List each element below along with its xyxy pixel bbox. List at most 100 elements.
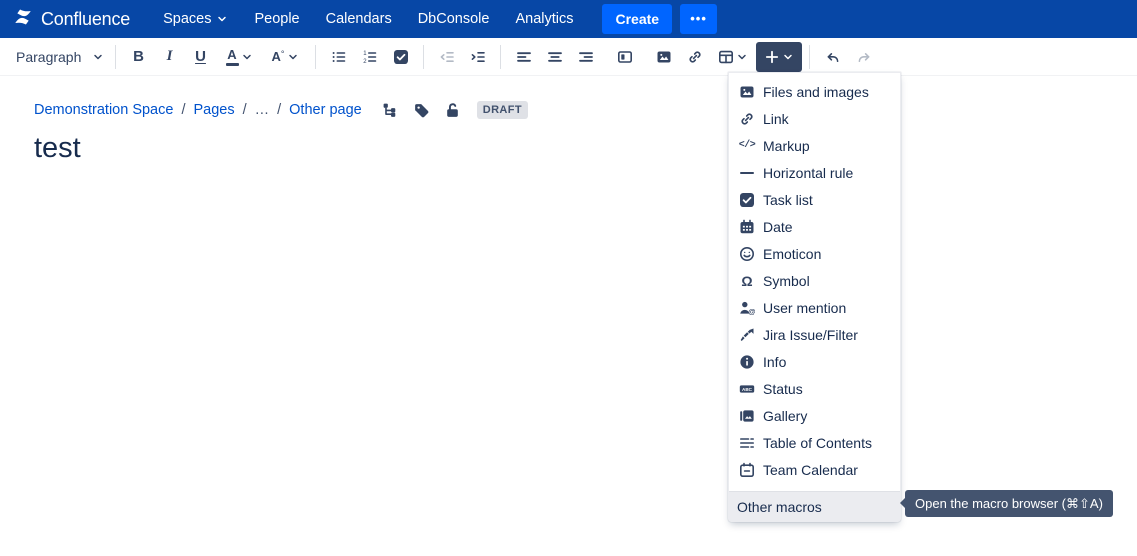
confluence-logo[interactable]: Confluence [12,6,130,33]
table-icon [718,49,734,65]
page-title[interactable]: test [34,132,81,165]
undo-button[interactable] [817,41,848,73]
menu-item-link[interactable]: Link [729,105,900,132]
hr-icon [739,165,755,181]
indent-button[interactable] [462,41,493,73]
breadcrumb-separator: / [181,102,185,118]
symbol-icon: Ω [739,273,755,289]
primary-nav: SpacesPeople Calendars DbConsole Analytics [150,0,586,38]
text-color-icon: A [226,48,239,66]
menu-item-jira-issue-filter[interactable]: Jira Issue/Filter [729,321,900,348]
create-button[interactable]: Create [602,4,672,34]
nav-item-analytics[interactable]: Analytics [502,0,586,38]
menu-item-emoticon[interactable]: Emoticon [729,240,900,267]
formatting-button[interactable]: A° [262,41,308,73]
menu-item-label: Jira Issue/Filter [763,327,858,343]
menu-item-other-macros[interactable]: Other macros [729,491,900,521]
outdent-icon [439,49,455,65]
menu-item-markup[interactable]: </> Markup [729,132,900,159]
unlock-icon[interactable] [444,102,461,119]
confluence-editor-page: Confluence SpacesPeople Calendars DbConsol… [0,0,1137,556]
image-icon [656,49,672,65]
align-right-icon [578,49,594,65]
mention-icon: @ [739,300,755,316]
breadcrumb-item-other-page[interactable]: Other page [289,102,362,118]
menu-item-label: Markup [763,138,810,154]
bold-button[interactable]: B [123,41,154,73]
insert-image-button[interactable] [648,41,679,73]
align-left-button[interactable] [508,41,539,73]
breadcrumb-tools [382,102,461,119]
toc-icon [739,435,755,451]
page-layout-button[interactable] [609,41,640,73]
toolbar-separator [315,45,316,69]
menu-item-user-mention[interactable]: @User mention [729,294,900,321]
align-right-button[interactable] [570,41,601,73]
svg-text:2: 2 [363,59,367,65]
bullet-list-button[interactable] [323,41,354,73]
outdent-button [431,41,462,73]
markup-icon: </> [739,138,755,154]
chevron-down-icon [241,51,253,63]
menu-item-files-and-images[interactable]: Files and images [729,78,900,105]
numbered-list-button[interactable]: 12 [354,41,385,73]
date-icon [739,219,755,235]
underline-icon: U [195,49,206,64]
calendar-icon [739,462,755,478]
indent-icon [470,49,486,65]
paragraph-style-select[interactable]: Paragraph [12,42,108,72]
text-color-button[interactable]: A [216,41,262,73]
menu-item-gallery[interactable]: Gallery [729,402,900,429]
chevron-down-icon [92,51,104,63]
menu-item-info[interactable]: Info [729,348,900,375]
menu-item-label: Status [763,381,803,397]
nav-item-label: Calendars [326,11,392,27]
nav-item-people[interactable]: People [241,0,312,38]
menu-item-status[interactable]: ABC Status [729,375,900,402]
italic-button[interactable]: I [154,41,185,73]
menu-item-task-list[interactable]: Task list [729,186,900,213]
nav-item-dbconsole[interactable]: DbConsole [405,0,503,38]
chevron-down-icon [736,51,748,63]
task-icon [739,192,755,208]
italic-icon: I [167,49,173,64]
menu-item-table-of-contents[interactable]: Table of Contents [729,429,900,456]
menu-item-label: Link [763,111,789,127]
task-list-button[interactable] [385,41,416,73]
menu-item-label: Gallery [763,408,807,424]
gallery-icon [739,408,755,424]
align-center-button[interactable] [539,41,570,73]
menu-item-label: Symbol [763,273,810,289]
confluence-logo-icon [12,6,34,33]
draft-badge: DRAFT [477,101,528,119]
link-icon [687,49,703,65]
menu-item-date[interactable]: Date [729,213,900,240]
labels-icon[interactable] [413,102,430,119]
menu-item-label: Table of Contents [763,435,872,451]
menu-item-label: Info [763,354,786,370]
nav-more-button[interactable]: ••• [680,4,717,34]
underline-button[interactable]: U [185,41,216,73]
chevron-down-icon [287,51,299,63]
menu-item-symbol[interactable]: Ω Symbol [729,267,900,294]
menu-item-team-calendar[interactable]: Team Calendar [729,456,900,483]
nav-item-calendars[interactable]: Calendars [313,0,405,38]
breadcrumb: Demonstration Space/Pages/…/Other page [34,99,528,121]
insert-more-button[interactable] [756,42,802,72]
breadcrumb-separator: / [243,102,247,118]
insert-link-button[interactable] [679,41,710,73]
svg-text:@: @ [748,307,755,316]
svg-text:1: 1 [363,51,367,57]
chevron-down-icon [782,51,794,63]
breadcrumb-item-demonstration-space[interactable]: Demonstration Space [34,102,173,118]
status-icon: ABC [739,381,755,397]
menu-item-horizontal-rule[interactable]: Horizontal rule [729,159,900,186]
menu-item-label: Team Calendar [763,462,858,478]
insert-table-button[interactable] [710,41,756,73]
nav-item-spaces[interactable]: Spaces [150,0,241,38]
breadcrumb-item-pages[interactable]: Pages [193,102,234,118]
layout-icon [617,49,633,65]
page-tree-icon[interactable] [382,102,399,119]
top-navigation-bar: Confluence SpacesPeople Calendars DbConsol… [0,0,1137,38]
nav-item-label: Analytics [515,11,573,27]
